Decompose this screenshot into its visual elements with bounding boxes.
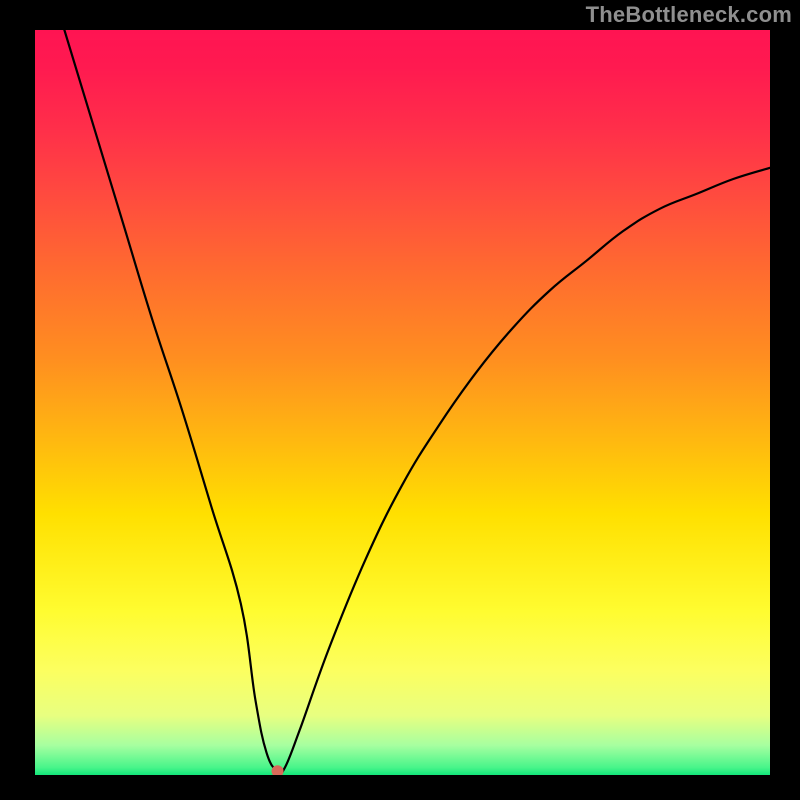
watermark-text: TheBottleneck.com — [586, 2, 792, 28]
plot-area — [35, 30, 770, 775]
curve-svg — [35, 30, 770, 775]
chart-frame: TheBottleneck.com — [0, 0, 800, 800]
bottleneck-curve — [64, 30, 770, 774]
